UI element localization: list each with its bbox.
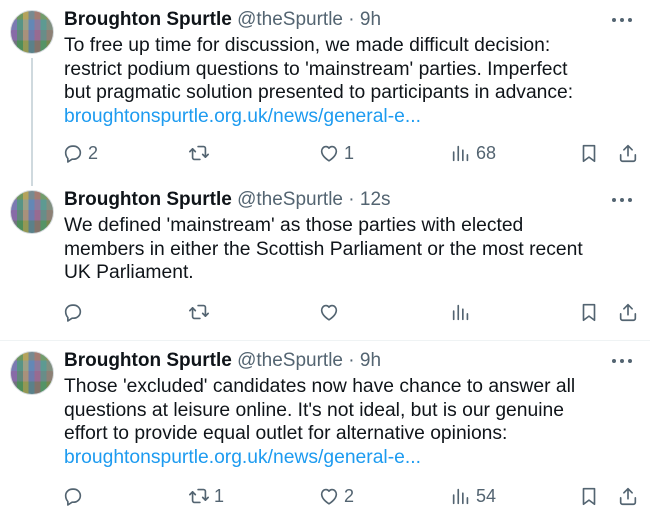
like-count: 2 [344, 485, 355, 506]
share-button[interactable] [617, 299, 639, 325]
share-button[interactable] [617, 483, 639, 509]
author-name[interactable]: Broughton Spurtle [64, 189, 232, 210]
thread-connector [31, 58, 33, 180]
like-icon [320, 488, 338, 505]
views-button[interactable] [450, 299, 476, 325]
tweet-text-line: We defined 'mainstream' as those parties… [64, 215, 524, 236]
action-bar: 2 1 68 [62, 140, 638, 166]
bookmark-button[interactable] [578, 299, 600, 325]
avatar[interactable] [10, 190, 54, 234]
bookmark-icon [582, 487, 596, 506]
thread-connector [31, 172, 33, 186]
views-icon [452, 488, 469, 505]
more-icon[interactable] [612, 10, 632, 30]
like-icon [320, 304, 338, 321]
retweet-button[interactable] [188, 140, 214, 166]
tweet-text-line: Those 'excluded' candidates now have cha… [64, 376, 576, 397]
bookmark-icon [582, 144, 596, 163]
views-count: 68 [476, 142, 497, 163]
retweet-button[interactable] [188, 299, 214, 325]
like-button[interactable]: 2 [318, 483, 354, 509]
tweet[interactable]: Broughton Spurtle @theSpurtle · 12s We d… [0, 172, 650, 340]
tweet-text-line: effort to provide equal outlet for alter… [64, 423, 508, 445]
bookmark-button[interactable] [578, 483, 600, 509]
reply-button[interactable] [62, 299, 88, 325]
retweet-icon [189, 488, 209, 504]
meta-separator: · [348, 9, 355, 30]
views-button[interactable]: 54 [450, 483, 496, 509]
tweet-text-line: UK Parliament. [64, 262, 194, 284]
timestamp[interactable]: 9h [360, 9, 381, 30]
tweet-text-line: restrict podium questions to 'mainstream… [64, 58, 568, 80]
more-icon[interactable] [612, 190, 632, 210]
author-name[interactable]: Broughton Spurtle [64, 9, 232, 30]
like-button[interactable] [318, 299, 344, 325]
tweet-link[interactable]: broughtonspurtle.org.uk/news/general-e..… [64, 446, 634, 470]
tweet-link[interactable]: broughtonspurtle.org.uk/news/general-e..… [64, 105, 634, 129]
tweet-text: Those 'excluded' candidates now have cha… [64, 375, 634, 470]
action-bar [62, 299, 638, 325]
more-icon[interactable] [612, 351, 632, 371]
tweet-text-line: To free up time for discussion, we made … [64, 35, 551, 56]
share-button[interactable] [617, 140, 639, 166]
timestamp[interactable]: 9h [360, 350, 381, 371]
bookmark-icon [582, 303, 596, 322]
tweet-text: We defined 'mainstream' as those parties… [64, 214, 634, 285]
reply-count: 2 [88, 142, 99, 163]
action-bar: 1 2 54 [62, 483, 638, 509]
share-icon [619, 303, 637, 322]
like-count: 1 [344, 142, 355, 163]
author-handle[interactable]: @theSpurtle [237, 9, 343, 30]
reply-button[interactable]: 2 [62, 140, 98, 166]
timestamp[interactable]: 12s [360, 189, 391, 210]
retweet-count: 1 [214, 485, 225, 506]
reply-icon [64, 304, 82, 322]
tweet[interactable]: Broughton Spurtle @theSpurtle · 9h Those… [0, 341, 650, 525]
share-icon [619, 144, 637, 163]
avatar[interactable] [10, 10, 54, 54]
retweet-icon [189, 304, 209, 320]
like-button[interactable]: 1 [318, 140, 354, 166]
tweet[interactable]: Broughton Spurtle @theSpurtle · 9h To fr… [0, 0, 650, 180]
avatar[interactable] [10, 351, 54, 395]
tweet-text-line: but pragmatic solution presented to part… [64, 82, 574, 104]
tweet-header: Broughton Spurtle @theSpurtle · 9h [64, 8, 381, 32]
author-name[interactable]: Broughton Spurtle [64, 350, 232, 371]
meta-separator: · [348, 350, 355, 371]
author-handle[interactable]: @theSpurtle [237, 350, 343, 371]
reply-icon [64, 145, 82, 163]
tweet-text-line: members in either the Scottish Parliamen… [64, 238, 583, 260]
retweet-icon [189, 145, 209, 161]
views-count: 54 [476, 485, 497, 506]
tweet-header: Broughton Spurtle @theSpurtle · 12s [64, 188, 391, 212]
author-handle[interactable]: @theSpurtle [237, 189, 343, 210]
views-button[interactable]: 68 [450, 140, 496, 166]
views-icon [452, 145, 469, 162]
share-icon [619, 487, 637, 506]
tweet-text: To free up time for discussion, we made … [64, 34, 634, 129]
reply-icon [64, 488, 82, 506]
reply-button[interactable] [62, 483, 88, 509]
tweet-text-line: questions at leisure online. It's not id… [64, 399, 564, 421]
retweet-button[interactable]: 1 [188, 483, 224, 509]
bookmark-button[interactable] [578, 140, 600, 166]
meta-separator: · [348, 189, 355, 210]
views-icon [452, 304, 469, 321]
tweet-header: Broughton Spurtle @theSpurtle · 9h [64, 349, 381, 373]
like-icon [320, 145, 338, 162]
